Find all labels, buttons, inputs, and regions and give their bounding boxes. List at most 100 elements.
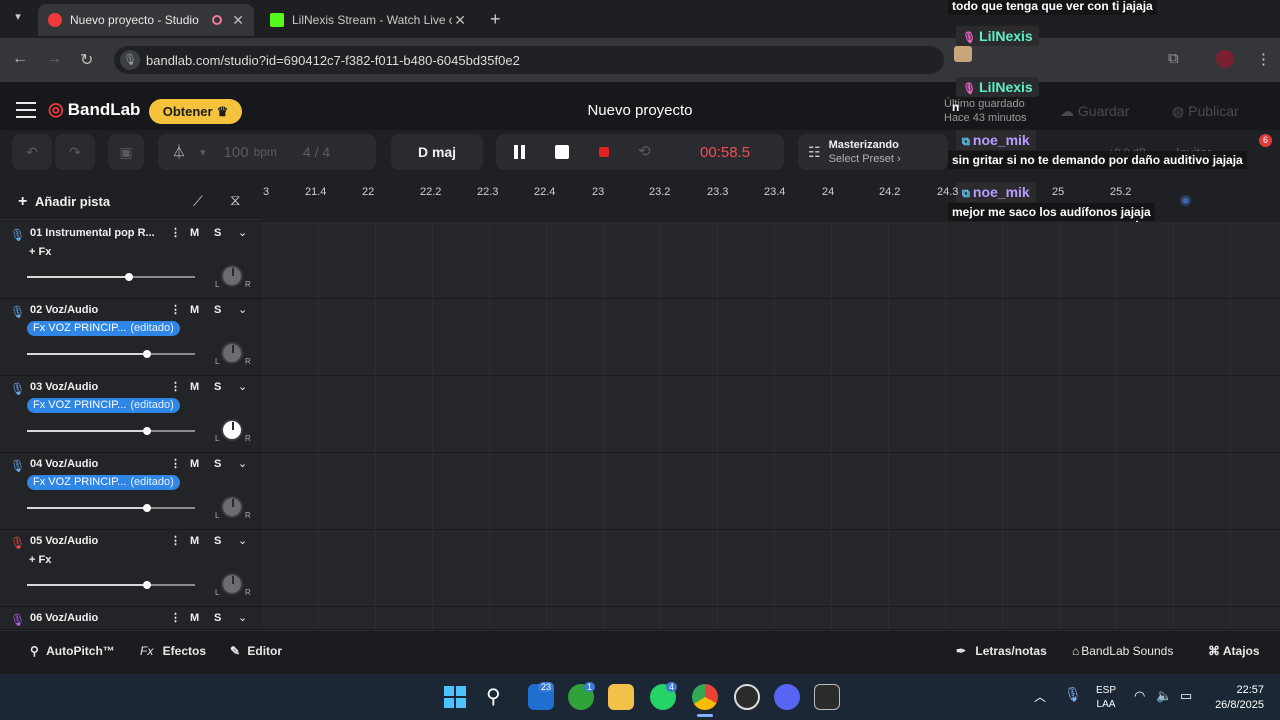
expand-track-icon[interactable]: ⌄ — [238, 303, 247, 316]
solo-button[interactable]: S — [214, 612, 221, 624]
metronome-dropdown-icon[interactable]: ▾ — [200, 146, 206, 159]
track-name[interactable]: 04 Voz/Audio — [30, 458, 98, 470]
shortcuts-button[interactable]: ⌘ Atajos — [1208, 644, 1260, 658]
undo-button[interactable]: ↶ — [12, 134, 52, 170]
expand-track-icon[interactable]: ⌄ — [238, 534, 247, 547]
search-icon[interactable]: ⚲ — [486, 684, 501, 709]
extensions-icon[interactable]: ⧉ — [1168, 50, 1179, 67]
save-snapshot-button[interactable]: ▣ — [108, 134, 144, 170]
menu-icon[interactable] — [16, 102, 36, 118]
expand-track-icon[interactable]: ⌄ — [238, 380, 247, 393]
show-hidden-icons[interactable]: ︿ — [1034, 688, 1046, 705]
track-name[interactable]: 03 Voz/Audio — [30, 381, 98, 393]
mute-button[interactable]: M — [190, 535, 199, 547]
snap-icon[interactable]: ◉ — [1180, 192, 1191, 208]
volume-slider-thumb[interactable] — [143, 581, 151, 589]
track-lane[interactable] — [262, 530, 1280, 607]
metronome-icon[interactable]: ⏃ — [172, 142, 186, 162]
pan-knob[interactable] — [221, 265, 243, 287]
mute-button[interactable]: M — [190, 381, 199, 393]
add-fx-button[interactable]: + Fx — [29, 246, 51, 258]
add-fx-button[interactable]: + Fx — [29, 554, 51, 566]
volume-icon[interactable]: 🔈 — [1156, 688, 1172, 704]
close-tab-icon[interactable]: ✕ — [454, 12, 466, 29]
track-lane[interactable] — [262, 222, 1280, 299]
file-explorer-icon[interactable] — [608, 684, 634, 710]
close-tab-icon[interactable]: ✕ — [232, 12, 244, 29]
redo-button[interactable]: ↷ — [55, 134, 95, 170]
lyrics-button[interactable]: ✒ Letras/notas — [956, 644, 1047, 658]
terminal-icon[interactable] — [814, 684, 840, 710]
key-button[interactable]: D maj — [391, 134, 483, 170]
mastering-button[interactable]: ☷ Masterizando Select Preset › — [798, 134, 948, 170]
menu-dots-icon[interactable]: ⋮ — [1256, 50, 1271, 68]
track-lane[interactable] — [262, 607, 1280, 630]
volume-slider-thumb[interactable] — [143, 504, 151, 512]
microphone-icon[interactable]: 🎙 — [10, 459, 25, 473]
track-menu-icon[interactable]: ⋮ — [170, 303, 181, 316]
track-menu-icon[interactable]: ⋮ — [170, 534, 181, 547]
start-icon[interactable] — [444, 686, 466, 708]
loop-icon[interactable]: ⟲ — [638, 142, 651, 160]
solo-button[interactable]: S — [214, 227, 221, 239]
microphone-icon[interactable]: 🎙 — [10, 305, 25, 319]
microphone-tray-icon[interactable]: 🎙 — [1064, 686, 1082, 703]
forward-icon[interactable]: → — [46, 50, 62, 68]
get-membership-button[interactable]: Obtener ♛ — [149, 99, 242, 124]
track-name[interactable]: 01 Instrumental pop R... — [30, 227, 155, 239]
pan-knob[interactable] — [221, 419, 243, 441]
reload-icon[interactable]: ↻ — [80, 50, 93, 70]
add-track-button[interactable]: + Añadir pista — [18, 193, 110, 211]
solo-button[interactable]: S — [214, 535, 221, 547]
track-lane[interactable] — [262, 376, 1280, 453]
new-tab-icon[interactable]: + — [490, 9, 501, 30]
chrome-icon[interactable] — [692, 684, 718, 710]
pan-knob[interactable] — [221, 573, 243, 595]
microphone-icon[interactable]: 🎙 — [10, 228, 25, 242]
bpm-value[interactable]: 100 — [224, 144, 249, 161]
volume-slider-thumb[interactable] — [125, 273, 133, 281]
track-menu-icon[interactable]: ⋮ — [170, 611, 181, 624]
tab-studio[interactable]: Nuevo proyecto - Studio ✕ — [38, 4, 254, 36]
stop-button[interactable] — [555, 145, 569, 159]
project-title[interactable]: Nuevo proyecto — [540, 102, 740, 119]
expand-track-icon[interactable]: ⌄ — [238, 457, 247, 470]
mute-button[interactable]: M — [190, 612, 199, 624]
discord-icon[interactable] — [774, 684, 800, 710]
pause-button[interactable] — [513, 145, 527, 159]
track-lane[interactable] — [262, 299, 1280, 376]
fx-preset-badge[interactable]: Fx VOZ PRINCIP... (editado) — [27, 321, 180, 336]
mute-button[interactable]: M — [190, 304, 199, 316]
volume-slider-thumb[interactable] — [143, 350, 151, 358]
effects-button[interactable]: Fx Efectos — [140, 644, 206, 658]
solo-button[interactable]: S — [214, 458, 221, 470]
url-field[interactable]: 🎙 bandlab.com/studio?id=690412c7-f382-f0… — [114, 46, 944, 74]
autopitch-button[interactable]: ⚲ AutoPitch™ — [30, 644, 115, 658]
microphone-icon[interactable]: 🎙 — [10, 613, 25, 627]
record-button[interactable] — [599, 147, 609, 157]
microphone-permission-icon[interactable]: 🎙 — [120, 50, 140, 70]
solo-button[interactable]: S — [214, 381, 221, 393]
pan-knob[interactable] — [221, 496, 243, 518]
tab-stream[interactable]: LilNexis Stream - Watch Live on ✕ — [260, 4, 476, 36]
track-name[interactable]: 05 Voz/Audio — [30, 535, 98, 547]
editor-button[interactable]: ✎ Editor — [230, 644, 282, 658]
track-name[interactable]: 06 Voz/Audio — [30, 612, 98, 624]
obs-icon[interactable] — [734, 684, 760, 710]
microphone-icon[interactable]: 🎙 — [10, 382, 25, 396]
solo-button[interactable]: S — [214, 304, 221, 316]
track-menu-icon[interactable]: ⋮ — [170, 380, 181, 393]
microphone-icon[interactable]: 🎙 — [10, 536, 25, 550]
track-menu-icon[interactable]: ⋮ — [170, 457, 181, 470]
mute-button[interactable]: M — [190, 458, 199, 470]
publish-button[interactable]: ◍ Publicar — [1172, 103, 1239, 120]
fx-preset-badge[interactable]: Fx VOZ PRINCIP... (editado) — [27, 398, 180, 413]
battery-icon[interactable]: ▭ — [1180, 688, 1192, 704]
back-icon[interactable]: ← — [12, 50, 28, 68]
expand-track-icon[interactable]: ⌄ — [238, 226, 247, 239]
sounds-button[interactable]: ⌂ BandLab Sounds — [1072, 644, 1173, 658]
profile-avatar[interactable] — [1216, 50, 1234, 68]
clock[interactable]: 22:57 26/8/2025 — [1204, 683, 1264, 713]
wifi-icon[interactable]: ◠ — [1134, 688, 1145, 704]
expand-track-icon[interactable]: ⌄ — [238, 611, 247, 624]
